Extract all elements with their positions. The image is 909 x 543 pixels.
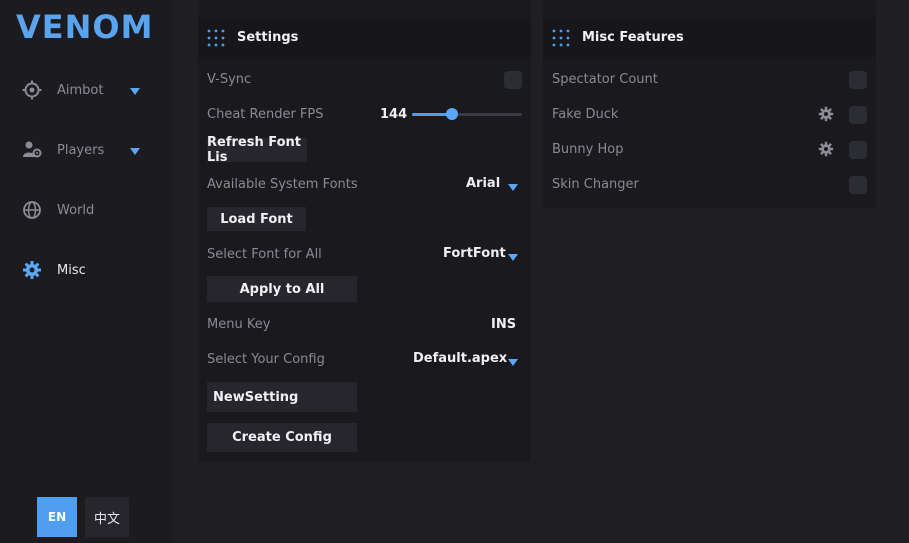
refresh-font-list-button[interactable]: Refresh Font Lis: [207, 135, 307, 165]
chevron-down-icon: [130, 145, 140, 160]
bunny-hop-checkbox[interactable]: [849, 141, 867, 159]
fake-duck-settings-gear-icon[interactable]: [818, 106, 834, 126]
sidebar: VENOM Aimbot Players World Misc EN 中文: [0, 0, 172, 543]
fake-duck-label: Fake Duck: [552, 107, 619, 122]
load-font-button[interactable]: Load Font: [207, 207, 306, 231]
available-fonts-label: Available System Fonts: [207, 177, 358, 192]
misc-features-panel: Misc Features Spectator Count Fake Duck …: [543, 0, 876, 208]
fps-value: 144: [380, 107, 408, 122]
settings-panel-header: Settings: [198, 18, 531, 58]
settings-panel-title: Settings: [237, 30, 299, 45]
sidebar-item-label: World: [57, 202, 95, 218]
spectator-count-label: Spectator Count: [552, 72, 658, 87]
chevron-down-icon: [130, 85, 140, 100]
gear-icon: [22, 260, 42, 280]
menu-key-label: Menu Key: [207, 317, 271, 332]
fps-slider-handle[interactable]: [445, 108, 458, 120]
sidebar-item-players[interactable]: Players: [22, 138, 152, 162]
chevron-down-icon[interactable]: [508, 356, 518, 371]
misc-features-panel-title: Misc Features: [582, 30, 684, 45]
app-logo: VENOM: [16, 8, 154, 46]
available-fonts-select[interactable]: Arial: [466, 176, 500, 191]
select-font-label: Select Font for All: [207, 247, 322, 262]
chevron-down-icon[interactable]: [508, 181, 518, 196]
chevron-down-icon[interactable]: [508, 251, 518, 266]
settings-panel: Settings V-Sync Cheat Render FPS 144 Ref…: [198, 0, 531, 462]
misc-features-panel-header: Misc Features: [543, 18, 876, 58]
spectator-count-checkbox[interactable]: [849, 71, 867, 89]
main-content: Settings V-Sync Cheat Render FPS 144 Ref…: [172, 0, 909, 543]
config-select[interactable]: Default.apex: [413, 351, 507, 366]
vsync-checkbox[interactable]: [504, 71, 522, 89]
bunny-hop-settings-gear-icon[interactable]: [818, 141, 834, 161]
sidebar-item-label: Aimbot: [57, 82, 104, 98]
crosshair-icon: [22, 80, 42, 100]
globe-icon: [22, 200, 42, 220]
sidebar-item-misc[interactable]: Misc: [22, 258, 152, 282]
sidebar-item-label: Misc: [57, 262, 86, 278]
new-config-name-input[interactable]: [207, 382, 357, 412]
players-icon: [22, 140, 42, 160]
sidebar-item-label: Players: [57, 142, 105, 158]
language-en-button[interactable]: EN: [37, 497, 77, 537]
grid-icon: [207, 29, 225, 51]
fake-duck-checkbox[interactable]: [849, 106, 867, 124]
menu-key-value[interactable]: INS: [491, 317, 516, 332]
vsync-label: V-Sync: [207, 72, 252, 87]
create-config-button[interactable]: Create Config: [207, 423, 357, 452]
fps-label: Cheat Render FPS: [207, 107, 324, 122]
bunny-hop-label: Bunny Hop: [552, 142, 624, 157]
config-label: Select Your Config: [207, 352, 325, 367]
sidebar-item-aimbot[interactable]: Aimbot: [22, 78, 152, 102]
skin-changer-label: Skin Changer: [552, 177, 639, 192]
language-zh-button[interactable]: 中文: [85, 497, 129, 537]
sidebar-item-world[interactable]: World: [22, 198, 152, 222]
apply-to-all-button[interactable]: Apply to All: [207, 276, 357, 302]
select-font-select[interactable]: FortFont: [443, 246, 506, 261]
grid-icon: [552, 29, 570, 51]
skin-changer-checkbox[interactable]: [849, 176, 867, 194]
